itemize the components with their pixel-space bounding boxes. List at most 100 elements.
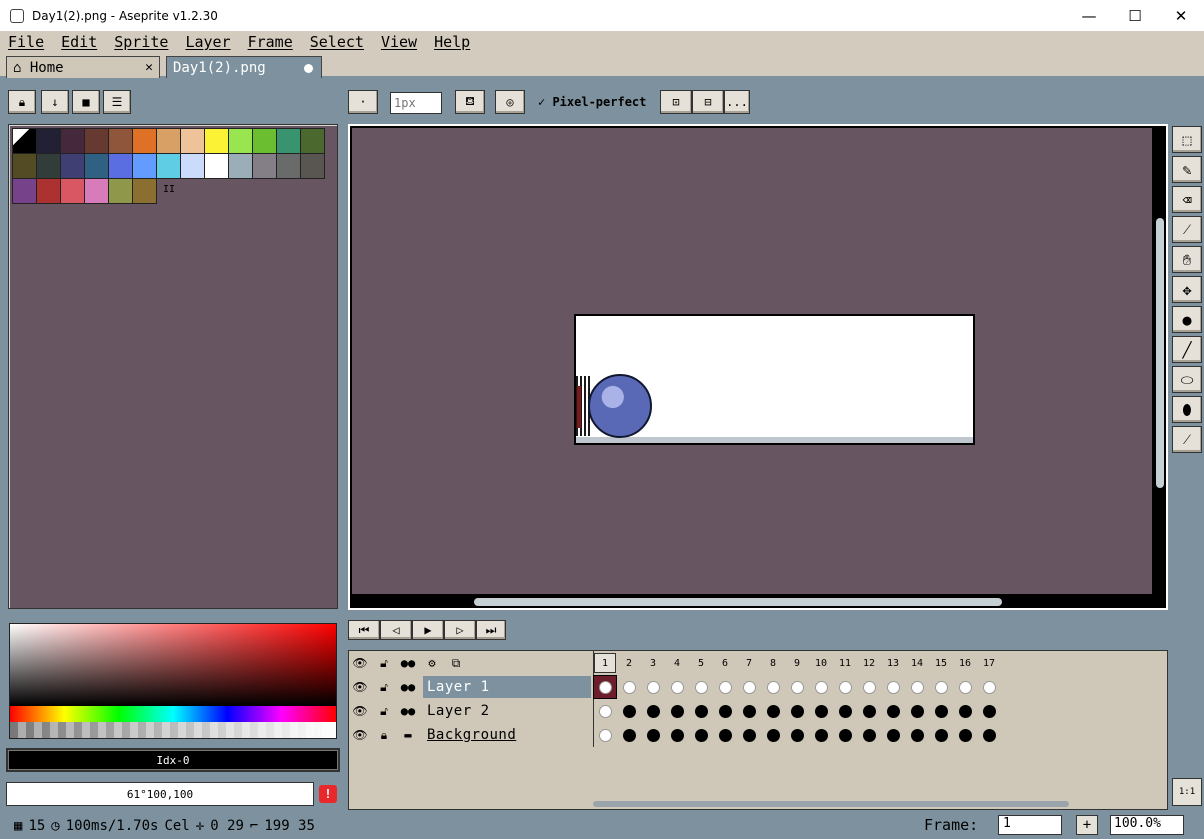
- menu-view[interactable]: View: [381, 33, 417, 51]
- timeline-cel[interactable]: [689, 675, 713, 699]
- layer-name-layer-2[interactable]: Layer 2: [423, 700, 591, 722]
- menu-frame[interactable]: Frame: [248, 33, 293, 51]
- pixel-perfect-checkbox[interactable]: ✓ Pixel-perfect: [538, 95, 646, 109]
- palette-swatch[interactable]: [109, 154, 133, 179]
- timeline-cel[interactable]: [761, 699, 785, 723]
- timeline-cel[interactable]: [737, 723, 761, 747]
- timeline-cel[interactable]: [833, 723, 857, 747]
- color-warning-icon[interactable]: !: [319, 785, 337, 803]
- frame-header[interactable]: 12: [858, 653, 880, 673]
- timeline-cel[interactable]: [689, 699, 713, 723]
- palette-swatch[interactable]: [109, 179, 133, 204]
- palette-swatch[interactable]: [205, 154, 229, 179]
- contour-tool-button[interactable]: ⬮: [1172, 396, 1202, 423]
- layer-visibility-eye-icon[interactable]: 👁︎: [349, 676, 371, 698]
- palette-swatch[interactable]: [37, 154, 61, 179]
- timeline-cel[interactable]: [977, 675, 1001, 699]
- timeline-cel[interactable]: [641, 675, 665, 699]
- timeline-cel[interactable]: [617, 699, 641, 723]
- brush-size-input[interactable]: [390, 92, 442, 114]
- palette-swatch[interactable]: [37, 179, 61, 204]
- frame-header[interactable]: 17: [978, 653, 1000, 673]
- timeline-cel[interactable]: [593, 675, 617, 699]
- timeline-cel[interactable]: [857, 723, 881, 747]
- close-window-button[interactable]: ✕: [1158, 0, 1204, 31]
- marquee-tool-button[interactable]: ⬚: [1172, 126, 1202, 153]
- timeline-cel[interactable]: [713, 699, 737, 723]
- palette-swatch[interactable]: [229, 129, 253, 154]
- sprite-canvas[interactable]: [574, 314, 975, 445]
- pencil-tool-button[interactable]: ✎: [1172, 156, 1202, 183]
- palette-swatch[interactable]: [301, 129, 325, 154]
- tab-home-close-icon[interactable]: ✕: [145, 60, 153, 75]
- frame-header[interactable]: 7: [738, 653, 760, 673]
- menu-sprite[interactable]: Sprite: [114, 33, 168, 51]
- timeline-cel[interactable]: [593, 723, 617, 747]
- eyedropper-tool-button[interactable]: ⁄: [1172, 216, 1202, 243]
- more-options-button[interactable]: ...: [724, 90, 750, 114]
- layer-locked-icon[interactable]: 🔒︎: [373, 724, 395, 746]
- timeline-cel[interactable]: [665, 723, 689, 747]
- frame-header[interactable]: 2: [618, 653, 640, 673]
- frame-header[interactable]: 8: [762, 653, 784, 673]
- hue-slider[interactable]: [10, 706, 336, 722]
- menu-help[interactable]: Help: [434, 33, 470, 51]
- move-tool-button[interactable]: ✥: [1172, 276, 1202, 303]
- timeline-cel[interactable]: [929, 699, 953, 723]
- menu-edit[interactable]: Edit: [61, 33, 97, 51]
- timeline-cel[interactable]: [929, 723, 953, 747]
- layer-visibility-eye-icon[interactable]: 👁︎: [349, 700, 371, 722]
- timeline-cel[interactable]: [809, 699, 833, 723]
- palette-resize-handle[interactable]: II: [163, 184, 175, 195]
- minimize-button[interactable]: —: [1066, 0, 1112, 31]
- palette-swatch[interactable]: [61, 129, 85, 154]
- timeline-cel[interactable]: [857, 699, 881, 723]
- palette-swatch[interactable]: [157, 129, 181, 154]
- menu-layer[interactable]: Layer: [185, 33, 230, 51]
- menu-file[interactable]: File: [8, 33, 44, 51]
- timeline-cel[interactable]: [905, 699, 929, 723]
- line-tool-button[interactable]: ╱: [1172, 336, 1202, 363]
- timeline-cel[interactable]: [617, 675, 641, 699]
- timeline-cel[interactable]: [977, 699, 1001, 723]
- eye-icon[interactable]: 👁︎: [349, 652, 371, 674]
- timeline-cel[interactable]: [689, 723, 713, 747]
- timeline-cel[interactable]: [761, 675, 785, 699]
- timeline-cel[interactable]: [761, 723, 785, 747]
- ellipse-tool-button[interactable]: ⬭: [1172, 366, 1202, 393]
- palette-swatch[interactable]: [61, 154, 85, 179]
- frame-header[interactable]: 11: [834, 653, 856, 673]
- palette-swatch[interactable]: [61, 179, 85, 204]
- color-picker-mode-button[interactable]: ◎: [495, 90, 525, 114]
- timeline-cel[interactable]: [953, 723, 977, 747]
- palette-swatch[interactable]: [157, 154, 181, 179]
- new-frame-button[interactable]: +: [1076, 815, 1098, 835]
- timeline-cel[interactable]: [785, 675, 809, 699]
- first-frame-button[interactable]: ⏮︎: [348, 620, 380, 640]
- layer-lock-icon[interactable]: 🔓︎: [373, 676, 395, 698]
- timeline-cel[interactable]: [953, 675, 977, 699]
- palette-swatch[interactable]: [85, 129, 109, 154]
- layer-lock-icon[interactable]: 🔓︎: [373, 700, 395, 722]
- frame-header[interactable]: 15: [930, 653, 952, 673]
- palette-swatch[interactable]: [85, 179, 109, 204]
- onion-skin-icon[interactable]: ⧉: [445, 652, 467, 674]
- timeline-cel[interactable]: [641, 723, 665, 747]
- previous-frame-button[interactable]: ◁: [380, 620, 412, 640]
- palette-swatch[interactable]: [277, 129, 301, 154]
- timeline-cel[interactable]: [809, 675, 833, 699]
- maximize-button[interactable]: ☐: [1112, 0, 1158, 31]
- palette-swatch[interactable]: [13, 179, 37, 204]
- tab-file[interactable]: Day1(2).png: [166, 56, 322, 78]
- timeline-cel[interactable]: [929, 675, 953, 699]
- background-color-button[interactable]: 61°100,100: [6, 782, 314, 806]
- presets-button[interactable]: ■: [72, 90, 100, 114]
- zoom-input[interactable]: 100.0%: [1110, 815, 1184, 835]
- palette-swatch[interactable]: [13, 129, 37, 154]
- layer-name-background[interactable]: Background: [423, 724, 591, 746]
- timeline-cel[interactable]: [713, 723, 737, 747]
- timeline-cel[interactable]: [737, 675, 761, 699]
- layer-row-background[interactable]: 👁︎ 🔒︎ ▬ Background: [349, 723, 593, 747]
- play-button[interactable]: ▶︎: [412, 620, 444, 640]
- timeline-horizontal-scrollbar[interactable]: [593, 801, 1069, 807]
